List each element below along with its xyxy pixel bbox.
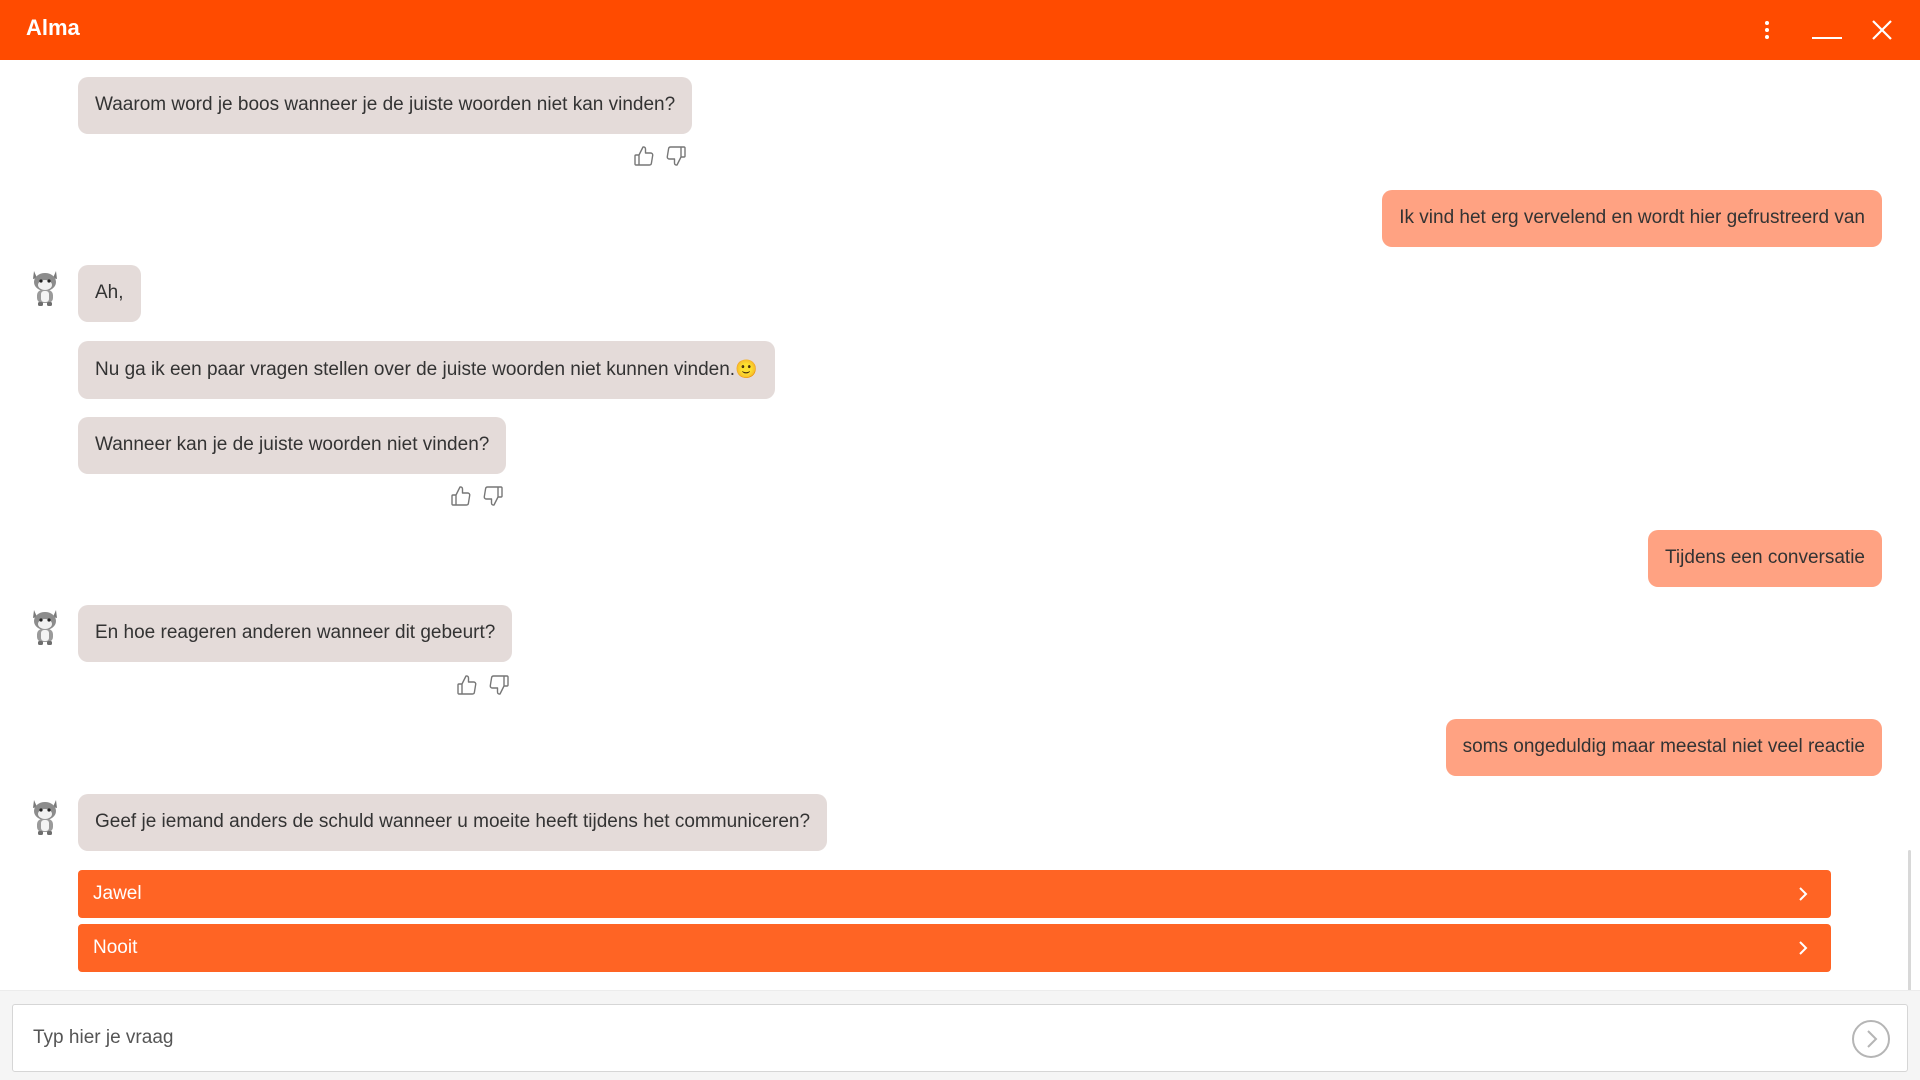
thumbs-down-icon [666, 146, 686, 166]
close-button[interactable] [1862, 0, 1902, 60]
message-text: Geef je iemand anders de schuld wanneer … [95, 811, 811, 832]
thumbs-down-icon [489, 675, 509, 695]
bot-message: En hoe reageren anderen wanneer dit gebe… [78, 605, 513, 662]
thumbs-up-icon [451, 486, 471, 506]
composer [0, 990, 1920, 1080]
option-label: Jawel [93, 883, 142, 904]
message-input[interactable] [33, 1005, 1833, 1071]
bot-message: Waarom word je boos wanneer je de juiste… [78, 77, 693, 134]
thumbs-up-button[interactable] [449, 484, 473, 508]
option-button-jawel[interactable]: Jawel [78, 870, 1831, 918]
thumbs-up-button[interactable] [632, 144, 656, 168]
chat-header: Alma [0, 0, 1920, 60]
message-feedback [455, 672, 515, 698]
message-text: soms ongeduldig maar meestal niet veel r… [1462, 736, 1865, 757]
smiley-emoji: 🙂 [735, 359, 758, 379]
user-message: Ik vind het erg vervelend en wordt hier … [1382, 190, 1882, 247]
chevron-right-icon [1799, 941, 1808, 955]
chat-title: Alma [26, 15, 80, 40]
user-message: Tijdens een conversatie [1648, 530, 1882, 587]
send-icon[interactable] [1851, 1019, 1891, 1059]
message-text: Waarom word je boos wanneer je de juiste… [95, 94, 676, 115]
message-text: Ik vind het erg vervelend en wordt hier … [1399, 207, 1865, 228]
minimize-button[interactable] [1805, 0, 1849, 60]
bot-avatar [33, 271, 57, 306]
message-text: En hoe reageren anderen wanneer dit gebe… [95, 622, 496, 643]
more-vertical-icon [1765, 21, 1769, 39]
bot-message: Nu ga ik een paar vragen stellen over de… [78, 341, 775, 399]
thumbs-down-icon [483, 486, 503, 506]
thumbs-down-button[interactable] [487, 673, 511, 697]
chat-transcript[interactable]: Waarom word je boos wanneer je de juiste… [0, 60, 1920, 1040]
thumbs-up-button[interactable] [455, 673, 479, 697]
bot-message: Geef je iemand anders de schuld wanneer … [78, 794, 828, 851]
message-feedback [632, 143, 692, 169]
thumbs-up-icon [457, 675, 477, 695]
user-message: soms ongeduldig maar meestal niet veel r… [1445, 719, 1882, 776]
option-label: Nooit [93, 937, 138, 958]
thumbs-up-icon [634, 146, 654, 166]
chevron-right-icon [1799, 887, 1808, 901]
message-text: Nu ga ik een paar vragen stellen over de… [95, 359, 736, 380]
bot-message: Wanneer kan je de juiste woorden niet vi… [78, 417, 507, 474]
minimize-icon [1812, 37, 1842, 39]
option-button-nooit[interactable]: Nooit [78, 924, 1831, 972]
close-icon [1872, 20, 1892, 40]
message-input-box [12, 1004, 1908, 1072]
message-text: Wanneer kan je de juiste woorden niet vi… [95, 434, 490, 455]
thumbs-down-button[interactable] [664, 144, 688, 168]
bot-avatar [33, 610, 57, 645]
message-feedback [449, 483, 509, 509]
message-text: Ah, [95, 282, 124, 303]
more-options-button[interactable] [1752, 0, 1782, 60]
bot-message: Ah, [78, 265, 141, 322]
bot-avatar [33, 800, 57, 835]
message-text: Tijdens een conversatie [1665, 547, 1865, 568]
thumbs-down-button[interactable] [481, 484, 505, 508]
